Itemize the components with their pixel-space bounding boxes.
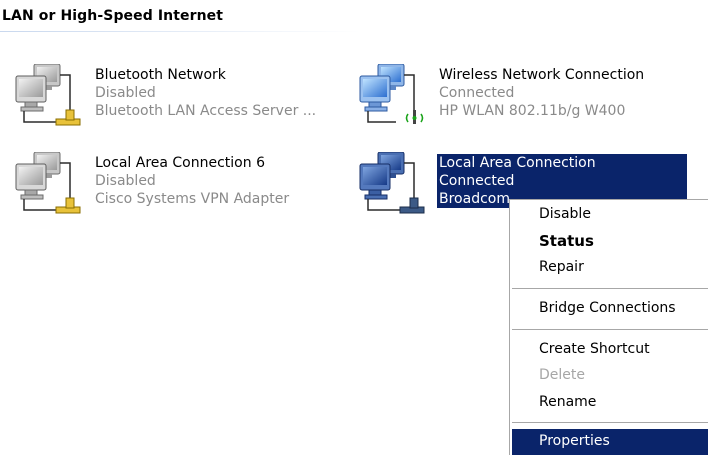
wireless-connected-icon [359,64,424,124]
menu-item-rename[interactable]: Rename [512,390,708,416]
network-disabled-icon [15,152,81,214]
context-menu: Disable Status Repair Bridge Connections… [509,199,708,455]
connection-status: Disabled [95,85,156,101]
connection-status: Connected [439,85,515,101]
menu-item-create-shortcut[interactable]: Create Shortcut [512,337,708,363]
connection-name: Local Area Connection 6 [95,155,265,171]
connection-device: Cisco Systems VPN Adapter [95,191,290,207]
network-connected-icon [359,152,425,214]
menu-item-label: Disable [539,206,591,222]
connection-name: Bluetooth Network [95,67,226,83]
connection-text: Bluetooth Network Disabled Bluetooth LAN… [95,66,316,120]
menu-item-bridge-connections[interactable]: Bridge Connections [512,296,708,322]
connection-text: Wireless Network Connection Connected HP… [439,66,644,120]
menu-item-label: Status [539,232,594,250]
connection-bluetooth-network[interactable]: Bluetooth Network Disabled Bluetooth LAN… [12,64,352,132]
menu-item-label: Create Shortcut [539,341,650,357]
section-title: LAN or High-Speed Internet [2,8,224,24]
menu-item-label: Bridge Connections [539,300,676,316]
connection-wireless-network[interactable]: Wireless Network Connection Connected HP… [356,64,696,132]
menu-separator [512,288,708,289]
section-divider [0,31,360,32]
menu-item-properties[interactable]: Properties [512,429,708,455]
menu-item-repair[interactable]: Repair [512,255,708,281]
connection-text: Local Area Connection 6 Disabled Cisco S… [95,154,289,208]
connection-status: Disabled [95,173,156,189]
menu-item-delete: Delete [512,363,708,389]
menu-separator [512,422,708,423]
connection-name: Wireless Network Connection [439,67,645,83]
connection-device: Bluetooth LAN Access Server ... [95,103,317,119]
menu-item-disable[interactable]: Disable [512,202,708,228]
connection-local-area-6[interactable]: Local Area Connection 6 Disabled Cisco S… [12,152,352,220]
menu-item-label: Rename [539,394,597,410]
menu-item-label: Properties [539,433,610,449]
network-disabled-icon [15,64,81,126]
menu-item-label: Repair [539,259,584,275]
connection-device: HP WLAN 802.11b/g W400 [439,103,626,119]
menu-item-status[interactable]: Status [512,228,708,254]
section-header: LAN or High-Speed Internet [0,0,360,32]
connection-name: Local Area Connection [437,154,687,172]
connection-status: Connected [437,172,687,190]
menu-separator [512,329,708,330]
menu-item-label: Delete [539,367,585,383]
